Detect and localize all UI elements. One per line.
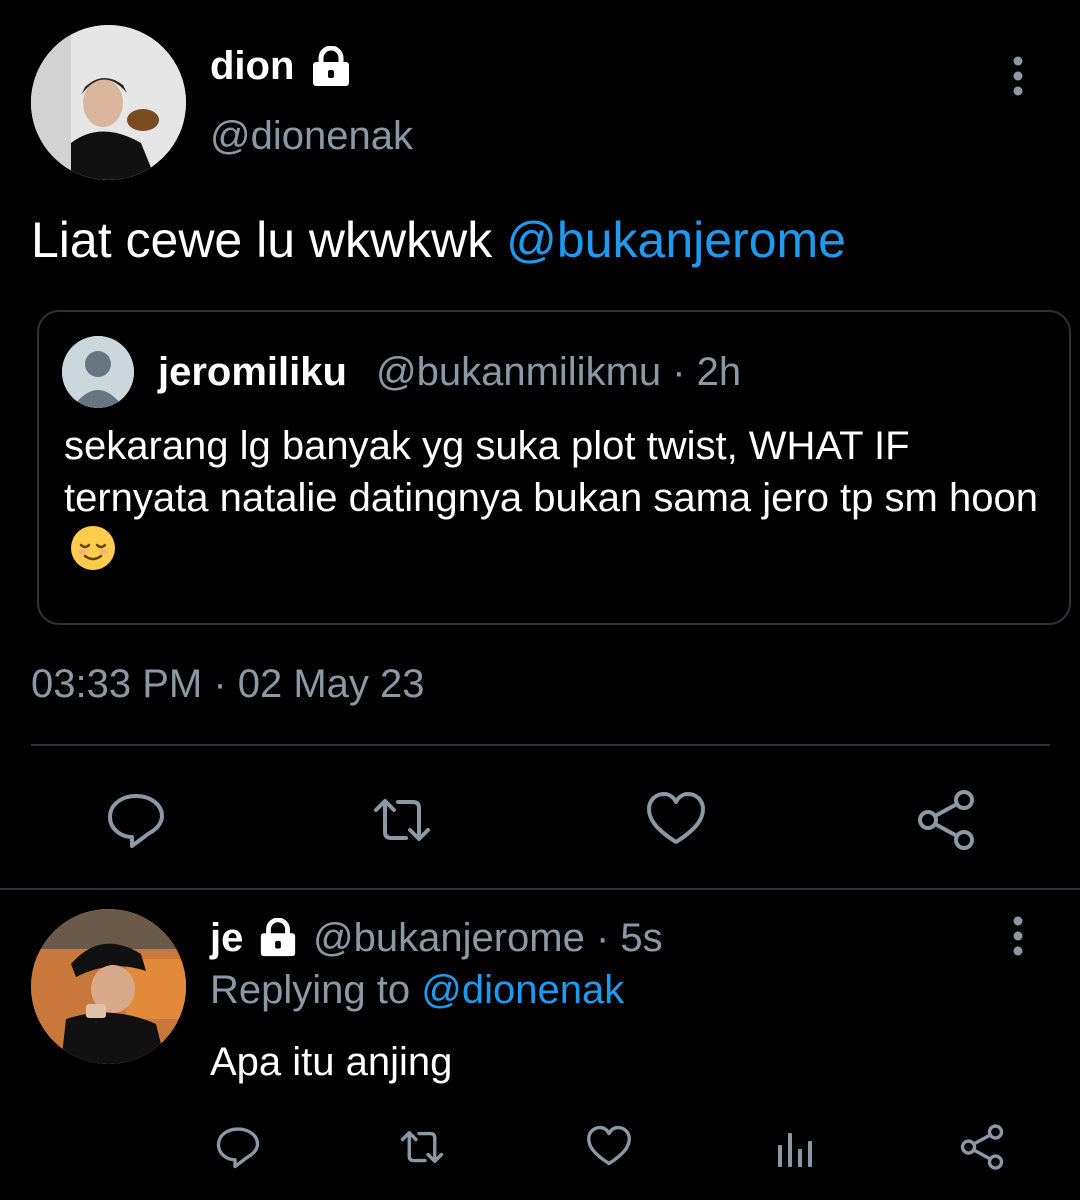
quoted-author-name[interactable]: jeromiliku — [158, 348, 347, 396]
author-avatar[interactable] — [31, 25, 186, 180]
share-icon[interactable] — [958, 1123, 1006, 1171]
divider — [0, 888, 1080, 890]
retweet-icon[interactable] — [398, 1123, 446, 1171]
quoted-author-handle[interactable]: @bukanmilikmu · 2h — [376, 348, 741, 396]
author-handle[interactable]: @dionenak — [210, 112, 413, 160]
tweet-body: Liat cewe lu wkwkwk — [31, 212, 507, 268]
share-icon[interactable] — [914, 788, 978, 852]
reply-author-name[interactable]: je — [210, 914, 243, 962]
protected-lock-icon — [258, 917, 298, 958]
reply-icon[interactable] — [214, 1123, 262, 1171]
reply-icon[interactable] — [104, 788, 168, 852]
more-options-icon[interactable] — [1000, 55, 1036, 99]
divider — [31, 744, 1050, 746]
relieved-face-emoji-icon — [70, 525, 116, 571]
reply-author-handle[interactable]: @bukanjerome · 5s — [313, 914, 663, 962]
quoted-tweet-text: sekarang lg banyak yg suka plot twist, W… — [64, 420, 1054, 576]
protected-lock-icon — [310, 45, 352, 88]
reply-text: Apa itu anjing — [210, 1040, 453, 1084]
replying-to: Replying to @dionenak — [210, 966, 624, 1014]
analytics-icon[interactable] — [772, 1123, 820, 1171]
retweet-icon[interactable] — [370, 788, 434, 852]
tweet-timestamp[interactable]: 03:33 PM · 02 May 23 — [31, 660, 425, 708]
quoted-author-avatar[interactable] — [62, 336, 134, 408]
reply-author-avatar[interactable] — [31, 909, 186, 1064]
mention-link[interactable]: @bukanjerome — [506, 212, 846, 268]
replying-to-link[interactable]: @dionenak — [421, 968, 624, 1012]
quoted-body: sekarang lg banyak yg suka plot twist, W… — [64, 424, 1038, 520]
replying-label: Replying to — [210, 968, 422, 1012]
more-options-icon[interactable] — [1000, 915, 1036, 959]
tweet-text: Liat cewe lu wkwkwk @bukanjerome — [31, 210, 846, 270]
author-name[interactable]: dion — [210, 42, 294, 90]
like-icon[interactable] — [644, 788, 708, 852]
like-icon[interactable] — [585, 1123, 633, 1171]
